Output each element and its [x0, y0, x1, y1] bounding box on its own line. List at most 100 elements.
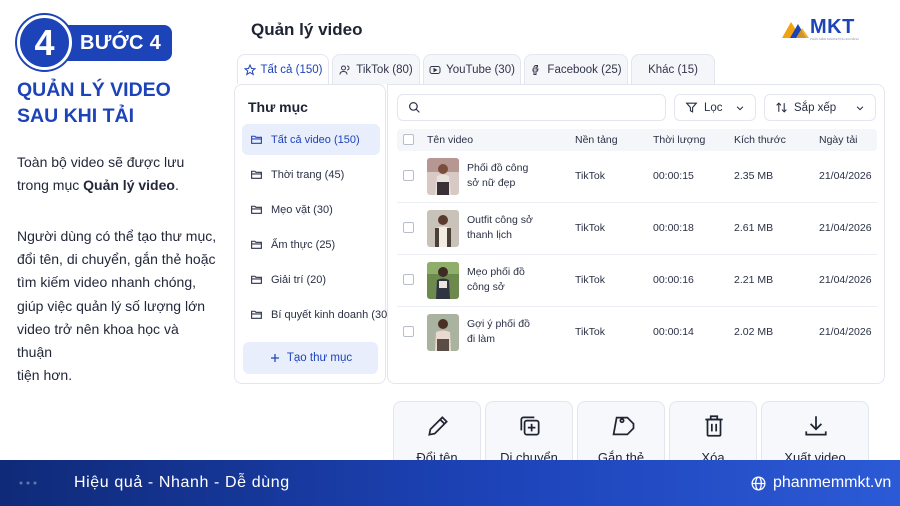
- logo-mark-icon: [782, 22, 809, 38]
- folder-item-all[interactable]: Tất cả video (150): [242, 124, 380, 155]
- search-box[interactable]: [397, 94, 666, 121]
- folder-icon: [251, 205, 262, 214]
- step-number: 4: [17, 15, 72, 70]
- star-icon: [243, 63, 256, 76]
- folder-label: Thời trang (45): [271, 168, 345, 181]
- tab-label: TikTok (80): [356, 63, 413, 76]
- description-line: video trở nên khoa học và thuận: [17, 320, 179, 361]
- trash-icon: [705, 415, 723, 437]
- video-thumbnail: [427, 262, 459, 299]
- tab-youtube[interactable]: YouTube (30): [423, 54, 521, 84]
- filter-icon: [685, 102, 698, 113]
- download-icon: [805, 416, 827, 436]
- folder-panel: Thư mục Tất cả video (150) Thời trang (4…: [234, 84, 391, 384]
- row-checkbox[interactable]: [403, 274, 414, 285]
- pencil-icon: [428, 416, 448, 436]
- video-size: 2.61 MB: [734, 222, 774, 234]
- video-name-line1: Outfit công sở: [467, 214, 533, 226]
- table-row[interactable]: Gợi ý phối đồ đi làm TikTok 00:00:14 2.0…: [397, 307, 877, 359]
- chevron-down-icon: [736, 105, 744, 110]
- chevron-down-icon: [856, 105, 864, 110]
- folder-item-business[interactable]: Bí quyết kinh doanh (30): [242, 299, 391, 330]
- header-duration: Thời lượng: [653, 134, 706, 146]
- folder-icon: [251, 240, 262, 249]
- step-label: BƯỚC 4: [61, 25, 172, 61]
- video-date: 21/04/2026: [819, 274, 872, 286]
- header-date: Ngày tải: [819, 134, 858, 146]
- search-input[interactable]: [429, 101, 649, 114]
- decorative-dots-icon: [19, 481, 37, 485]
- video-thumbnail: [427, 158, 459, 195]
- tab-label: YouTube (30): [446, 63, 515, 76]
- new-folder-button[interactable]: Tạo thư mục: [243, 342, 378, 374]
- folder-icon: [251, 310, 262, 319]
- video-name-line1: Gợi ý phối đồ: [467, 318, 530, 330]
- sort-icon: [776, 102, 787, 113]
- sort-dropdown[interactable]: Sắp xếp: [764, 94, 876, 121]
- description-line: Người dùng có thể tạo thư mục,: [17, 228, 217, 244]
- tab-all[interactable]: Tất cả (150): [237, 54, 329, 84]
- video-name: Mẹo phối đồ công sở: [467, 265, 547, 295]
- header-name: Tên video: [427, 134, 474, 146]
- section-title: QUẢN LÝ VIDEO SAU KHI TẢI: [17, 77, 217, 129]
- footer-slogan: Hiệu quả - Nhanh - Dễ dùng: [74, 474, 290, 491]
- header-platform: Nền tảng: [575, 134, 618, 146]
- description-line: tìm kiếm video nhanh chóng,: [17, 274, 196, 291]
- intro-paragraph: Toàn bộ video sẽ được lưu trong mục Quản…: [17, 151, 217, 197]
- section-title-line1: QUẢN LÝ VIDEO: [17, 79, 171, 101]
- filter-dropdown[interactable]: Lọc: [674, 94, 756, 121]
- table-row[interactable]: Outfit công sở thanh lịch TikTok 00:00:1…: [397, 203, 877, 255]
- intro-bold: Quản lý video: [83, 177, 175, 193]
- video-table-panel: Lọc Sắp xếp Tên video Nền tảng Thời lượn…: [387, 84, 885, 384]
- video-thumbnail: [427, 314, 459, 351]
- video-size: 2.35 MB: [734, 170, 774, 182]
- folder-label: Giải trí (20): [271, 273, 327, 286]
- platform-tabs: Tất cả (150) TikTok (80) YouTube (30) Fa…: [237, 54, 718, 84]
- mkt-logo: MKT PHẦN MỀM MARKETING ĐA KÊNH: [782, 16, 882, 42]
- row-checkbox[interactable]: [403, 326, 414, 337]
- tab-tiktok[interactable]: TikTok (80): [332, 54, 420, 84]
- video-duration: 00:00:14: [653, 326, 694, 338]
- video-name-line1: Mẹo phối đồ: [467, 266, 525, 278]
- new-folder-label: Tạo thư mục: [286, 352, 353, 364]
- folder-item-food[interactable]: Ẩm thực (25): [242, 229, 380, 260]
- row-checkbox[interactable]: [403, 222, 414, 233]
- description-paragraph: Người dùng có thể tạo thư mục, đổi tên, …: [17, 225, 217, 387]
- header-size: Kích thước: [734, 134, 786, 146]
- table-row[interactable]: Phối đồ công sở nữ đẹp TikTok 00:00:15 2…: [397, 151, 877, 203]
- video-date: 21/04/2026: [819, 170, 872, 182]
- step-badge: 4 BƯỚC 4: [17, 15, 172, 70]
- globe-icon: [751, 475, 766, 491]
- video-size: 2.21 MB: [734, 274, 774, 286]
- website-text: phanmemmkt.vn: [773, 474, 892, 491]
- video-name-line2: công sở: [467, 281, 505, 293]
- folder-icon: [251, 275, 262, 284]
- video-size: 2.02 MB: [734, 326, 774, 338]
- folder-label: Mẹo vặt (30): [271, 203, 333, 216]
- folder-item-tips[interactable]: Mẹo vặt (30): [242, 194, 380, 225]
- select-all-checkbox[interactable]: [403, 134, 414, 145]
- folder-heading: Thư mục: [248, 99, 308, 115]
- video-platform: TikTok: [575, 326, 605, 338]
- folder-item-fashion[interactable]: Thời trang (45): [242, 159, 380, 190]
- tab-other[interactable]: Khác (15): [631, 54, 715, 84]
- folder-label: Bí quyết kinh doanh (30): [271, 308, 391, 321]
- tab-facebook[interactable]: Facebook (25): [524, 54, 628, 84]
- folder-item-entertainment[interactable]: Giải trí (20): [242, 264, 380, 295]
- section-title-line2: SAU KHI TẢI: [17, 105, 134, 127]
- footer-bar: Hiệu quả - Nhanh - Dễ dùng phanmemmkt.vn: [0, 460, 900, 506]
- table-row[interactable]: Mẹo phối đồ công sở TikTok 00:00:16 2.21…: [397, 255, 877, 307]
- folder-icon: [251, 170, 262, 179]
- video-name: Gợi ý phối đồ đi làm: [467, 317, 547, 347]
- tab-label: Khác (15): [648, 63, 698, 76]
- move-icon: [520, 416, 540, 436]
- search-icon: [409, 102, 420, 113]
- row-checkbox[interactable]: [403, 170, 414, 181]
- video-name-line2: đi làm: [467, 333, 496, 345]
- video-platform: TikTok: [575, 274, 605, 286]
- users-icon: [339, 65, 350, 75]
- tag-icon: [612, 416, 635, 436]
- video-duration: 00:00:16: [653, 274, 694, 286]
- plus-icon: [270, 354, 279, 362]
- footer-website[interactable]: phanmemmkt.vn: [750, 474, 891, 492]
